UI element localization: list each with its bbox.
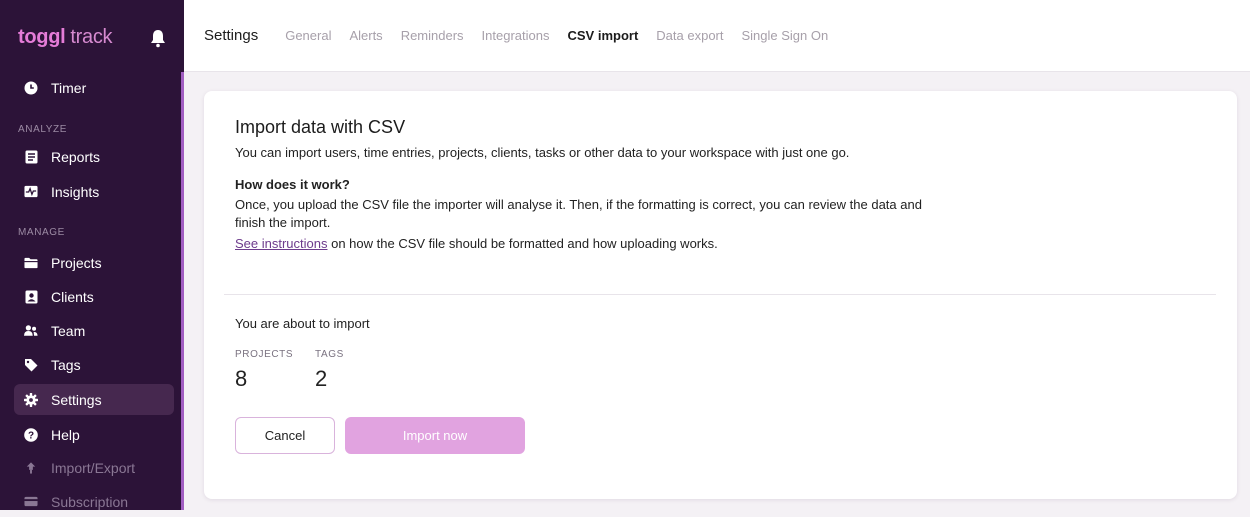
sidebar-item-label: Subscription	[51, 493, 129, 510]
document-icon	[24, 150, 38, 164]
tab-integrations[interactable]: Integrations	[482, 28, 550, 43]
logo-text-light: track	[70, 25, 113, 48]
tab-general[interactable]: General	[285, 28, 331, 43]
card-icon	[24, 495, 38, 509]
sidebar-item-label: Reports	[51, 148, 101, 165]
gear-icon	[24, 392, 38, 407]
sidebar-item-label: Timer	[51, 79, 87, 96]
sidebar-item-label: Import/Export	[51, 459, 136, 476]
sidebar-item-settings[interactable]: Settings	[14, 384, 174, 415]
sidebar-item-label: Clients	[51, 288, 94, 305]
toggl-track-logo[interactable]: toggl track	[18, 25, 113, 49]
sidebar-item-import-export[interactable]: Import/Export	[14, 452, 174, 483]
how-it-works-text: Once, you upload the CSV file the import…	[235, 197, 922, 230]
divider	[224, 294, 1216, 295]
see-instructions-link[interactable]: See instructions	[235, 236, 328, 251]
sidebar-item-projects[interactable]: Projects	[14, 247, 174, 278]
clock-icon	[24, 81, 38, 95]
about-to-import-text: You are about to import	[235, 316, 370, 331]
bell-icon[interactable]	[149, 28, 167, 48]
folder-icon	[24, 256, 38, 270]
how-it-works-heading: How does it work?	[235, 177, 350, 192]
sidebar-item-label: Settings	[51, 391, 102, 408]
pulse-chart-icon	[24, 185, 38, 199]
csv-import-card: Import data with CSV You can import user…	[204, 91, 1237, 499]
section-label-manage: MANAGE	[18, 227, 65, 238]
sidebar-item-label: Help	[51, 426, 80, 443]
sidebar: toggl track Timer ANALYZE Reports Insight…	[0, 0, 184, 510]
stat-label: TAGS	[315, 349, 344, 360]
instructions-line: See instructions on how the CSV file sho…	[235, 236, 718, 251]
stat-value: 8	[235, 366, 248, 391]
section-label-analyze: ANALYZE	[18, 124, 68, 135]
sidebar-item-label: Insights	[51, 183, 100, 200]
sidebar-item-help[interactable]: ? Help	[14, 419, 174, 450]
logo-text-bold: toggl	[18, 25, 66, 48]
tab-data-export[interactable]: Data export	[656, 28, 723, 43]
import-now-button[interactable]: Import now	[345, 417, 525, 454]
sidebar-item-label: Tags	[51, 356, 81, 373]
contact-card-icon	[24, 290, 38, 304]
tab-single-sign-on[interactable]: Single Sign On	[741, 28, 828, 43]
card-title: Import data with CSV	[235, 117, 406, 137]
sidebar-item-label: Projects	[51, 254, 102, 271]
sidebar-item-tags[interactable]: Tags	[14, 349, 174, 380]
sidebar-item-label: Team	[51, 322, 86, 339]
tag-icon	[24, 358, 38, 372]
tab-alerts[interactable]: Alerts	[349, 28, 382, 43]
upload-cloud-icon	[24, 461, 38, 475]
sidebar-item-clients[interactable]: Clients	[14, 281, 174, 312]
sidebar-item-subscription[interactable]: Subscription	[14, 486, 174, 517]
brand: toggl track	[0, 0, 184, 74]
cancel-button[interactable]: Cancel	[235, 417, 335, 454]
tags-stat: TAGS 2	[315, 349, 344, 392]
tab-reminders[interactable]: Reminders	[401, 28, 464, 43]
sidebar-item-insights[interactable]: Insights	[14, 176, 174, 207]
projects-stat: PROJECTS 8	[235, 349, 293, 392]
tab-csv-import[interactable]: CSV import	[567, 28, 638, 43]
svg-text:?: ?	[28, 430, 34, 441]
stat-value: 2	[315, 366, 328, 391]
page-title: Settings	[204, 27, 259, 44]
card-intro: You can import users, time entries, proj…	[235, 145, 850, 160]
instructions-rest: on how the CSV file should be formatted …	[327, 236, 718, 251]
help-icon: ?	[24, 427, 38, 442]
sidebar-item-team[interactable]: Team	[14, 315, 174, 346]
sidebar-accent-bar	[181, 72, 184, 510]
stat-label: PROJECTS	[235, 349, 294, 360]
team-icon	[24, 324, 38, 338]
sidebar-item-timer[interactable]: Timer	[14, 72, 174, 103]
settings-topbar: Settings General Alerts Reminders Integr…	[184, 0, 1250, 72]
sidebar-item-reports[interactable]: Reports	[14, 141, 174, 172]
